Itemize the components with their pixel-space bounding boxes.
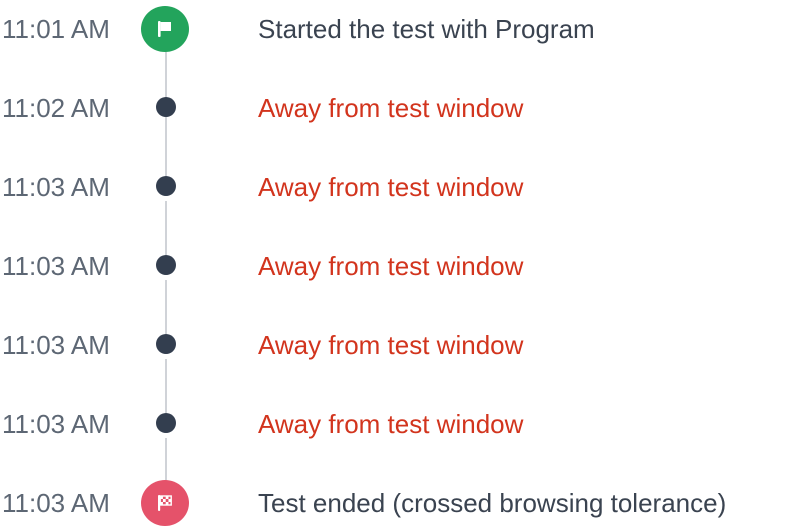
dot-icon [156, 176, 176, 196]
event-text: Away from test window [258, 409, 524, 439]
flag-icon [141, 6, 189, 52]
dot-icon [156, 334, 176, 354]
event-text: Away from test window [258, 251, 524, 281]
event-text: Away from test window [258, 172, 524, 202]
event-time: 11:03 AM [2, 409, 110, 439]
event-text: Test ended (crossed browsing tolerance) [258, 488, 727, 518]
activity-timeline: 11:01 AM Started the test with Program 1… [0, 0, 791, 528]
event-time: 11:03 AM [2, 330, 110, 360]
timeline-event: 11:03 AM Away from test window [0, 162, 791, 212]
timeline-event-end: 11:03 AM Test ended (crossed browsing to… [0, 478, 791, 528]
event-time: 11:03 AM [2, 251, 110, 281]
event-text: Started the test with Program [258, 14, 595, 44]
event-text: Away from test window [258, 93, 524, 123]
event-time: 11:02 AM [2, 93, 110, 123]
dot-icon [156, 255, 176, 275]
timeline-event: 11:03 AM Away from test window [0, 320, 791, 370]
checkered-flag-icon [141, 480, 189, 526]
event-time: 11:03 AM [2, 172, 110, 202]
dot-icon [156, 413, 176, 433]
event-text: Away from test window [258, 330, 524, 360]
event-time: 11:03 AM [2, 488, 110, 518]
event-time: 11:01 AM [2, 14, 110, 44]
timeline-event: 11:02 AM Away from test window [0, 83, 791, 133]
timeline-event: 11:03 AM Away from test window [0, 241, 791, 291]
dot-icon [156, 97, 176, 117]
timeline-event: 11:03 AM Away from test window [0, 399, 791, 449]
timeline-event-start: 11:01 AM Started the test with Program [0, 4, 791, 54]
